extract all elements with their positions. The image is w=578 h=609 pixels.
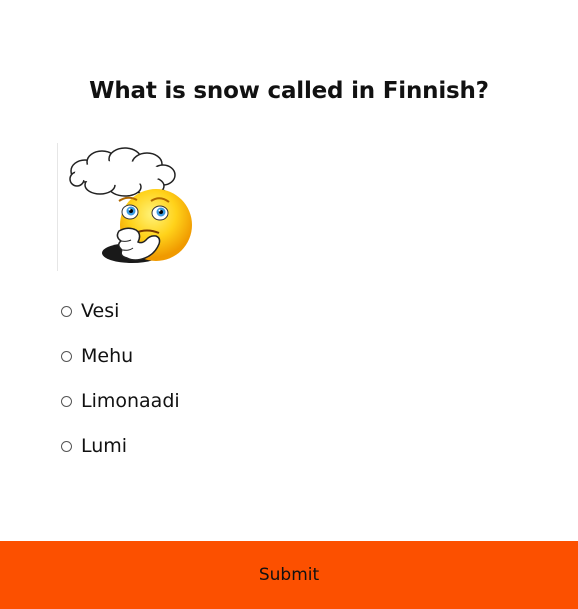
answer-option-mehu[interactable]: Mehu <box>61 343 180 369</box>
radio-button[interactable] <box>61 305 72 317</box>
answer-option-limonaadi[interactable]: Limonaadi <box>61 388 180 414</box>
answer-option-label: Lumi <box>81 435 128 457</box>
answer-options: Vesi Mehu Limonaadi Lumi <box>61 298 180 478</box>
question-title: What is snow called in Finnish? <box>89 78 489 104</box>
radio-button[interactable] <box>61 395 72 407</box>
radio-button[interactable] <box>61 350 72 362</box>
quiz-page: What is snow called in Finnish? Vesi Meh… <box>0 0 578 609</box>
answer-option-label: Mehu <box>81 345 134 367</box>
thinking-smiley-icon <box>57 143 197 271</box>
submit-button[interactable]: Submit <box>0 541 578 609</box>
radio-button[interactable] <box>61 440 72 452</box>
answer-option-vesi[interactable]: Vesi <box>61 298 180 324</box>
answer-option-lumi[interactable]: Lumi <box>61 433 180 459</box>
answer-option-label: Limonaadi <box>81 390 180 412</box>
submit-button-label: Submit <box>258 565 320 585</box>
answer-option-label: Vesi <box>81 300 120 322</box>
